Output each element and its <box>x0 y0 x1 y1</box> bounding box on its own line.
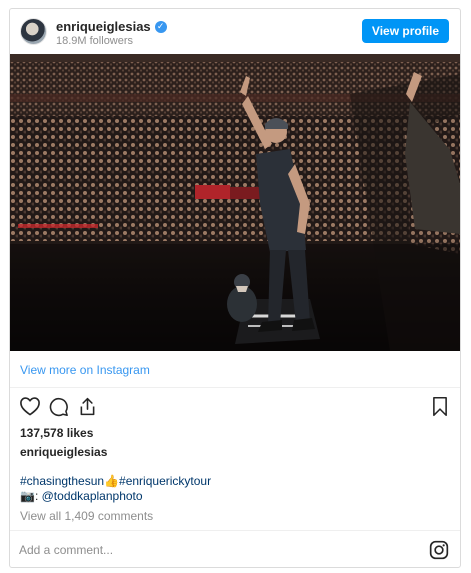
post-actions <box>10 390 460 420</box>
camera-emoji-icon: 📷 <box>20 489 35 503</box>
credit-separator: : <box>34 489 42 503</box>
bookmark-icon[interactable] <box>431 396 449 417</box>
photo-credit-mention[interactable]: @toddkaplanphoto <box>42 489 143 503</box>
thumbs-up-emoji-icon: 👍 <box>104 474 120 488</box>
hashtag-enriquerickytour[interactable]: #enriquerickytour <box>119 474 211 488</box>
heart-icon[interactable] <box>19 396 41 416</box>
username-row[interactable]: enriqueiglesias ✓ <box>56 19 167 34</box>
avatar[interactable] <box>20 18 47 45</box>
comment-icon[interactable] <box>48 396 69 417</box>
instagram-embed-card: enriqueiglesias ✓ 18.9M followers View p… <box>9 8 461 568</box>
post-header: enriqueiglesias ✓ 18.9M followers View p… <box>10 9 460 54</box>
caption-hashtags: #chasingthesun👍#enriquerickytour <box>20 474 211 488</box>
view-more-on-instagram-link[interactable]: View more on Instagram <box>20 363 150 377</box>
comment-bar <box>10 530 460 567</box>
username[interactable]: enriqueiglesias <box>56 19 151 34</box>
followers-count: 18.9M followers <box>56 35 134 47</box>
hashtag-chasingthesun[interactable]: #chasingthesun <box>20 474 104 488</box>
likes-count[interactable]: 137,578 likes <box>20 426 93 440</box>
add-comment-input[interactable] <box>19 540 399 560</box>
view-more-section: View more on Instagram <box>10 352 460 388</box>
view-profile-button[interactable]: View profile <box>362 19 449 43</box>
caption-photo-credit: 📷: @toddkaplanphoto <box>20 489 143 503</box>
share-icon[interactable] <box>77 396 98 417</box>
view-all-comments-link[interactable]: View all 1,409 comments <box>20 509 153 523</box>
instagram-logo-icon[interactable] <box>429 540 449 560</box>
post-author[interactable]: enriqueiglesias <box>20 445 107 459</box>
verified-badge-icon: ✓ <box>154 20 167 33</box>
post-photo[interactable] <box>10 54 460 351</box>
